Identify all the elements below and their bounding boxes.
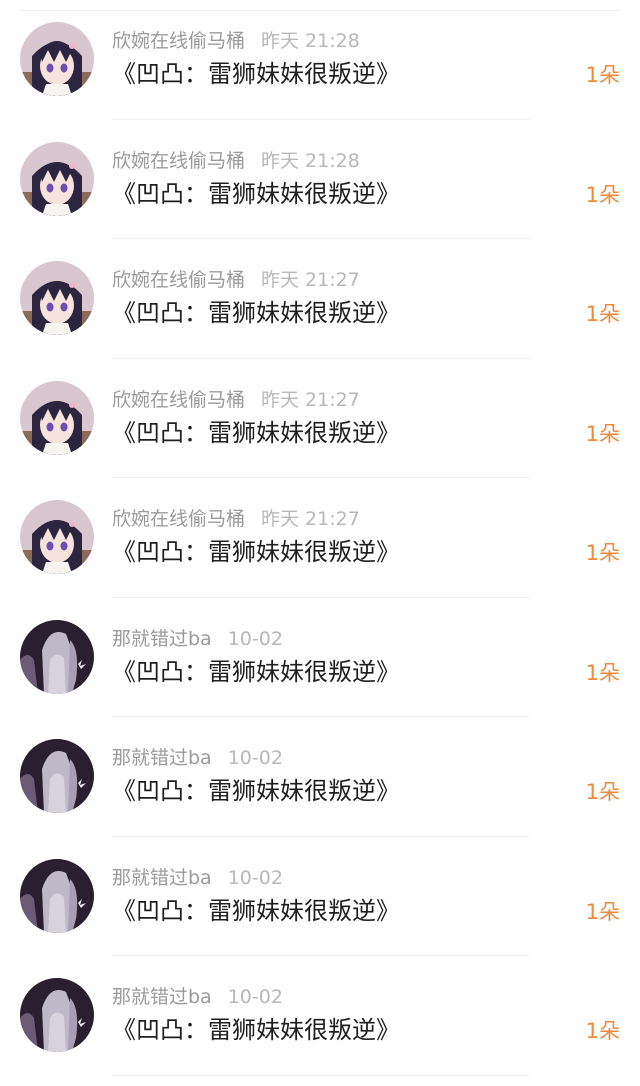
avatar[interactable] [20, 739, 94, 813]
book-title[interactable]: 《凹凸：雷狮妹妹很叛逆》 [112, 1014, 400, 1046]
avatar-anime-girl-icon [20, 22, 94, 96]
flower-count: 1朵 [585, 899, 620, 924]
timestamp: 昨天 21:27 [261, 269, 360, 291]
book-title[interactable]: 《凹凸：雷狮妹妹很叛逆》 [112, 536, 400, 568]
list-item[interactable]: 欣婉在线偷马桶 昨天 21:27 《凹凸：雷狮妹妹很叛逆》 1朵 [0, 478, 640, 598]
avatar-silver-hair-icon [20, 739, 94, 813]
timestamp: 10-02 [227, 866, 283, 889]
flower-count: 1朵 [585, 780, 620, 804]
flower-count: 1朵 [585, 302, 620, 326]
list-item[interactable]: 那就错过ba 10-02 《凹凸：雷狮妹妹很叛逆》 1朵 [0, 956, 640, 1076]
username[interactable]: 欣婉在线偷马桶 [112, 389, 245, 411]
timestamp: 昨天 21:27 [261, 388, 360, 411]
avatar-anime-girl-icon [20, 261, 94, 335]
avatar[interactable] [20, 858, 94, 933]
flower-count: 1朵 [585, 182, 620, 207]
gift-list: 欣婉在线偷马桶 昨天 21:28 《凹凸：雷狮妹妹很叛逆》 1朵 欣婉在线偷马桶昨… [0, 0, 640, 1086]
list-item[interactable]: 那就错过ba 10-02 《凹凸：雷狮妹妹很叛逆》 1朵 [0, 717, 640, 837]
timestamp: 10-02 [227, 627, 283, 650]
book-title[interactable]: 《凹凸：雷狮妹妹很叛逆》 [112, 178, 400, 210]
timestamp: 昨天 21:28 [261, 30, 360, 52]
book-title[interactable]: 《凹凸：雷狮妹妹很叛逆》 [112, 297, 400, 329]
avatar-anime-girl-icon [20, 380, 94, 455]
username[interactable]: 那就错过ba [112, 747, 212, 769]
book-title[interactable]: 《凹凸：雷狮妹妹很叛逆》 [112, 895, 400, 927]
username[interactable]: 欣婉在线偷马桶 [112, 508, 245, 530]
timestamp: 10-02 [227, 986, 283, 1008]
avatar[interactable] [20, 22, 94, 96]
book-title[interactable]: 《凹凸：雷狮妹妹很叛逆》 [112, 58, 400, 90]
avatar[interactable] [20, 380, 94, 455]
list-item[interactable]: 那就错过ba 10-02 《凹凸：雷狮妹妹很叛逆》 1朵 [0, 598, 640, 717]
avatar[interactable] [20, 141, 94, 216]
list-item[interactable]: 欣婉在线偷马桶 昨天 21:27 《凹凸：雷狮妹妹很叛逆》 1朵 [0, 239, 640, 359]
book-title[interactable]: 《凹凸：雷狮妹妹很叛逆》 [112, 656, 400, 688]
timestamp: 昨天 21:27 [261, 508, 360, 530]
flower-count: 1朵 [585, 421, 620, 446]
username[interactable]: 欣婉在线偷马桶 [112, 150, 245, 172]
avatar[interactable] [20, 978, 94, 1052]
avatar-anime-girl-icon [20, 141, 94, 216]
avatar-anime-girl-icon [20, 500, 94, 574]
list-item[interactable]: 那就错过ba 10-02 《凹凸：雷狮妹妹很叛逆》 1朵 [0, 837, 640, 956]
avatar-silver-hair-icon [20, 858, 94, 933]
avatar[interactable] [20, 261, 94, 335]
book-title[interactable]: 《凹凸：雷狮妹妹很叛逆》 [112, 775, 400, 807]
timestamp: 昨天 21:28 [261, 149, 360, 172]
timestamp: 10-02 [227, 747, 283, 769]
username[interactable]: 那就错过ba [112, 986, 212, 1008]
avatar[interactable] [20, 500, 94, 574]
list-item[interactable]: 欣婉在线偷马桶 昨天 21:28 《凹凸：雷狮妹妹很叛逆》 1朵 [0, 120, 640, 239]
username[interactable]: 欣婉在线偷马桶 [112, 269, 245, 291]
username[interactable]: 欣婉在线偷马桶 [112, 30, 245, 52]
flower-count: 1朵 [585, 660, 620, 685]
list-item[interactable]: 欣婉在线偷马桶 昨天 21:27 《凹凸：雷狮妹妹很叛逆》 1朵 [0, 359, 640, 478]
avatar[interactable] [20, 619, 94, 694]
row-divider [112, 1074, 530, 1076]
list-item[interactable]: 欣婉在线偷马桶 昨天 21:28 《凹凸：雷狮妹妹很叛逆》 1朵 [0, 0, 640, 120]
book-title[interactable]: 《凹凸：雷狮妹妹很叛逆》 [112, 417, 400, 449]
username[interactable]: 那就错过ba [112, 628, 212, 650]
flower-count: 1朵 [585, 1019, 620, 1043]
avatar-silver-hair-icon [20, 978, 94, 1052]
flower-count: 1朵 [585, 541, 620, 565]
username[interactable]: 那就错过ba [112, 867, 212, 889]
flower-count: 1朵 [585, 63, 620, 87]
avatar-silver-hair-icon [20, 619, 94, 694]
